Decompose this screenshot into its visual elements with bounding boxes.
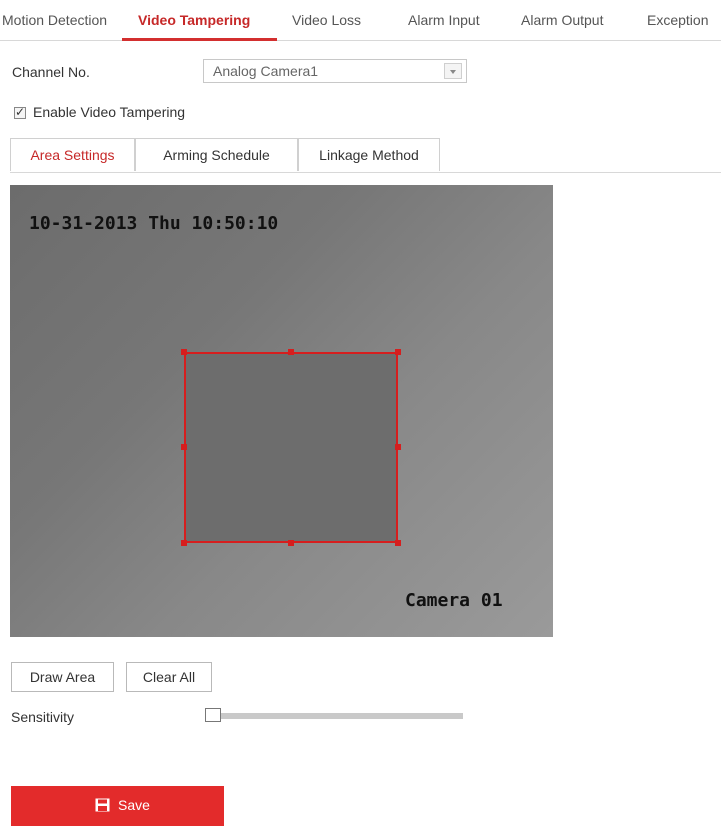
camera-name-overlay: Camera 01 bbox=[405, 590, 503, 611]
channel-select-value: Analog Camera1 bbox=[213, 63, 319, 79]
clear-all-button[interactable]: Clear All bbox=[126, 662, 212, 692]
channel-select[interactable]: Analog Camera1 bbox=[203, 59, 467, 83]
save-label: Save bbox=[118, 797, 150, 813]
tamper-area-rectangle[interactable] bbox=[184, 352, 398, 543]
tab-exception[interactable]: Exception bbox=[647, 12, 708, 28]
enable-video-tampering-label: Enable Video Tampering bbox=[33, 104, 186, 120]
tab-video-loss[interactable]: Video Loss bbox=[292, 12, 361, 28]
tab-video-tampering[interactable]: Video Tampering bbox=[138, 12, 250, 28]
save-button[interactable]: Save bbox=[11, 786, 224, 826]
resize-handle[interactable] bbox=[288, 540, 294, 546]
tab-alarm-output[interactable]: Alarm Output bbox=[521, 12, 603, 28]
tab-linkage-method[interactable]: Linkage Method bbox=[298, 138, 440, 171]
resize-handle[interactable] bbox=[395, 349, 401, 355]
chevron-down-icon[interactable] bbox=[444, 63, 462, 79]
resize-handle[interactable] bbox=[395, 444, 401, 450]
enable-video-tampering-checkbox[interactable] bbox=[14, 105, 26, 119]
channel-label: Channel No. bbox=[12, 64, 90, 80]
tab-alarm-input[interactable]: Alarm Input bbox=[408, 12, 480, 28]
tab-area-settings[interactable]: Area Settings bbox=[10, 138, 135, 171]
sensitivity-label: Sensitivity bbox=[11, 709, 75, 725]
save-icon bbox=[95, 798, 110, 812]
resize-handle[interactable] bbox=[181, 444, 187, 450]
resize-handle[interactable] bbox=[181, 540, 187, 546]
resize-handle[interactable] bbox=[181, 349, 187, 355]
sensitivity-slider-track[interactable] bbox=[205, 713, 463, 719]
active-tab-indicator bbox=[122, 38, 277, 41]
sub-tab-bar: Area Settings Arming Schedule Linkage Me… bbox=[10, 138, 721, 173]
resize-handle[interactable] bbox=[288, 349, 294, 355]
top-tab-bar: Motion Detection Video Tampering Video L… bbox=[0, 0, 721, 41]
tab-motion-detection[interactable]: Motion Detection bbox=[2, 12, 107, 28]
resize-handle[interactable] bbox=[395, 540, 401, 546]
sensitivity-slider-thumb[interactable] bbox=[205, 708, 221, 722]
draw-area-button[interactable]: Draw Area bbox=[11, 662, 114, 692]
tab-arming-schedule[interactable]: Arming Schedule bbox=[135, 138, 298, 171]
camera-timestamp: 10-31-2013 Thu 10:50:10 bbox=[29, 213, 279, 234]
